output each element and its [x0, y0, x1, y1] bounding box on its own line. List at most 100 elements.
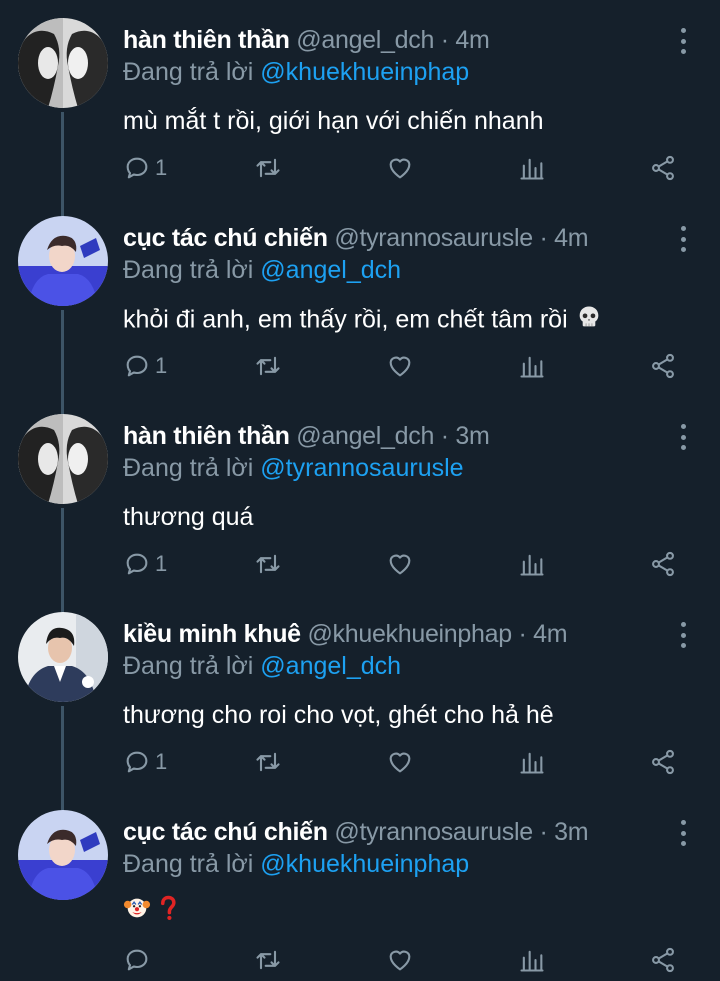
share-icon [652, 155, 674, 181]
tweet-text: mù mắt t rồi, giới hạn với chiến nhanh [123, 107, 544, 135]
reply-button[interactable]: 1 [123, 148, 167, 188]
retweet-icon [256, 356, 280, 376]
tweet-actions [123, 940, 683, 980]
retweet-button[interactable] [254, 148, 282, 188]
reply-button[interactable]: 1 [123, 346, 167, 386]
reply-icon [126, 157, 148, 179]
analytics-button[interactable] [518, 940, 546, 980]
reply-context: Đang trả lời @tyrannosaurusle [123, 452, 690, 484]
more-options-icon[interactable] [678, 622, 688, 648]
avatar[interactable] [18, 216, 108, 306]
reply-button[interactable] [123, 940, 155, 980]
tweet[interactable]: kiều minh khuê @khuekhueinphap · 4m Đang… [0, 594, 720, 812]
like-button[interactable] [386, 742, 414, 782]
analytics-button[interactable] [518, 346, 546, 386]
like-button[interactable] [386, 346, 414, 386]
reply-prefix: Đang trả lời [123, 58, 254, 86]
analytics-button[interactable] [518, 742, 546, 782]
tweet-header: hàn thiên thần @angel_dch · 3m [123, 420, 690, 452]
retweet-icon [256, 752, 280, 772]
mention-link[interactable]: @khuekhueinphap [260, 58, 469, 86]
separator-dot: · [440, 26, 449, 54]
tweet-actions: 1 [123, 148, 683, 188]
like-button[interactable] [386, 544, 414, 584]
avatar[interactable] [18, 810, 108, 900]
reply-count: 1 [155, 155, 168, 180]
tweet[interactable]: cục tác chú chiến @tyrannosaurusle · 3m … [0, 792, 720, 981]
reply-prefix: Đang trả lời [123, 256, 254, 284]
tweet[interactable]: hàn thiên thần @angel_dch · 3m Đang trả … [0, 396, 720, 614]
display-name[interactable]: hàn thiên thần [123, 422, 290, 450]
share-button[interactable] [649, 148, 677, 188]
mention-link[interactable]: @angel_dch [260, 652, 401, 680]
display-name[interactable]: hàn thiên thần [123, 26, 290, 54]
more-options-icon[interactable] [678, 28, 688, 54]
timestamp[interactable]: 3m [455, 422, 489, 450]
share-button[interactable] [649, 742, 677, 782]
share-icon [652, 551, 674, 577]
mention-link[interactable]: @khuekhueinphap [260, 850, 469, 878]
share-button[interactable] [649, 940, 677, 980]
user-handle[interactable]: @tyrannosaurusle [334, 818, 533, 846]
retweet-button[interactable] [254, 742, 282, 782]
reply-prefix: Đang trả lời [123, 850, 254, 878]
heart-icon [389, 554, 411, 575]
bw-twins-avatar-icon [18, 18, 108, 108]
more-options-icon[interactable] [678, 226, 688, 252]
reply-icon [126, 949, 148, 971]
timestamp[interactable]: 4m [455, 26, 489, 54]
user-handle[interactable]: @khuekhueinphap [307, 620, 512, 648]
analytics-button[interactable] [518, 148, 546, 188]
like-button[interactable] [386, 940, 414, 980]
share-icon [652, 749, 674, 775]
tweet-text-row: khỏi đi anh, em thấy rồi, em chết tâm rồ… [123, 303, 690, 339]
share-button[interactable] [649, 544, 677, 584]
mention-link[interactable]: @angel_dch [260, 256, 401, 284]
user-handle[interactable]: @angel_dch [296, 26, 434, 54]
tweet-header: hàn thiên thần @angel_dch · 4m [123, 24, 690, 56]
avatar[interactable] [18, 18, 108, 108]
bw-twins-avatar-icon [18, 414, 108, 504]
heart-icon [389, 356, 411, 377]
question-mark-emoji-icon [158, 894, 178, 930]
retweet-icon [256, 554, 280, 574]
avatar[interactable] [18, 612, 108, 702]
separator-dot: · [518, 620, 527, 648]
analytics-icon [520, 554, 544, 576]
retweet-button[interactable] [254, 940, 282, 980]
reply-button[interactable]: 1 [123, 544, 167, 584]
reply-icon [126, 355, 148, 377]
share-button[interactable] [649, 346, 677, 386]
more-options-icon[interactable] [678, 424, 688, 450]
separator-dot: · [539, 224, 548, 252]
reply-button[interactable]: 1 [123, 742, 167, 782]
retweet-button[interactable] [254, 544, 282, 584]
purple-portrait-avatar-icon [18, 216, 108, 306]
more-options-icon[interactable] [678, 820, 688, 846]
retweet-icon [256, 950, 280, 970]
display-name[interactable]: kiều minh khuê [123, 620, 301, 648]
timestamp[interactable]: 3m [554, 818, 588, 846]
retweet-button[interactable] [254, 346, 282, 386]
reply-icon [126, 553, 148, 575]
user-handle[interactable]: @angel_dch [296, 422, 434, 450]
heart-icon [389, 950, 411, 971]
tweet-actions: 1 [123, 742, 683, 782]
display-name[interactable]: cục tác chú chiến [123, 224, 328, 252]
timestamp[interactable]: 4m [554, 224, 588, 252]
retweet-icon [256, 158, 280, 178]
user-handle[interactable]: @tyrannosaurusle [334, 224, 533, 252]
display-name[interactable]: cục tác chú chiến [123, 818, 328, 846]
timestamp[interactable]: 4m [533, 620, 567, 648]
like-button[interactable] [386, 148, 414, 188]
avatar[interactable] [18, 414, 108, 504]
tweet-text: thương quá [123, 503, 254, 531]
tweet-actions: 1 [123, 544, 683, 584]
tweet[interactable]: hàn thiên thần @angel_dch · 4m Đang trả … [0, 0, 720, 218]
analytics-icon [520, 356, 544, 378]
clown-emoji-icon [123, 894, 151, 930]
tweet-actions: 1 [123, 346, 683, 386]
tweet[interactable]: cục tác chú chiến @tyrannosaurusle · 4m … [0, 198, 720, 416]
mention-link[interactable]: @tyrannosaurusle [260, 454, 463, 482]
analytics-button[interactable] [518, 544, 546, 584]
